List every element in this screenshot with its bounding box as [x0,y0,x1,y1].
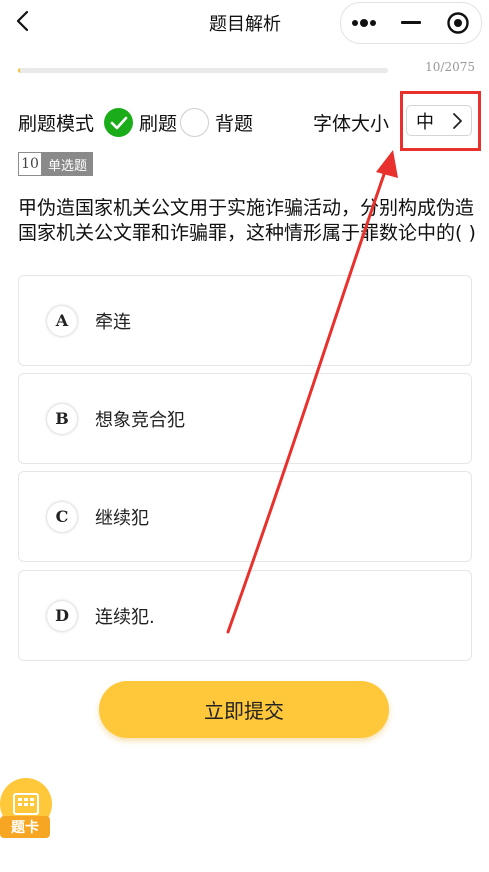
more-button[interactable] [341,3,388,43]
mode-label: 刷题模式 [18,113,95,135]
checkmark-icon [110,116,127,129]
progress-bar [18,68,388,73]
mode-memorize-label[interactable]: 背题 [215,109,253,136]
option-letter: D [47,600,77,631]
minimize-icon [401,21,421,24]
back-button[interactable] [8,6,38,36]
close-mini-program-button[interactable] [434,3,481,43]
progress-label: 10/2075 [425,60,475,74]
page-title: 题目解析 [209,14,281,35]
option-text: 牵连 [95,311,131,333]
option-text: 想象竞合犯 [95,409,185,431]
answer-card-button[interactable]: 题卡 [0,778,52,840]
answer-card-label: 题卡 [0,816,50,838]
option-d[interactable]: D 连续犯. [18,570,472,661]
option-a[interactable]: A 牵连 [18,275,472,366]
annotation-highlight-box [400,91,481,151]
progress-fill [18,68,21,73]
question-tag: 10 单选题 [18,152,94,176]
question-text: 甲伪造国家机关公文用于实施诈骗活动，分别构成伪造国家机关公文罪和诈骗罪，这种情形… [18,197,476,244]
mode-practice-label[interactable]: 刷题 [139,109,177,136]
chevron-left-icon [16,10,29,32]
mode-practice-radio[interactable] [104,108,133,137]
minimize-button[interactable] [388,3,435,43]
option-text: 继续犯 [95,507,149,529]
grid-icon [13,793,39,815]
mode-memorize-radio[interactable] [180,108,209,137]
mini-program-capsule [340,2,482,44]
question-type-badge: 单选题 [42,152,94,176]
option-c[interactable]: C 继续犯 [18,471,472,562]
option-b[interactable]: B 想象竞合犯 [18,373,472,464]
question-number: 10 [18,152,42,176]
more-dots-icon [352,19,377,27]
option-letter: B [47,403,77,434]
option-letter: A [47,305,77,336]
submit-button[interactable]: 立即提交 [99,681,389,738]
font-size-label: 字体大小 [313,113,390,135]
option-letter: C [47,501,77,532]
target-circle-icon [446,12,469,34]
option-text: 连续犯. [95,606,155,628]
